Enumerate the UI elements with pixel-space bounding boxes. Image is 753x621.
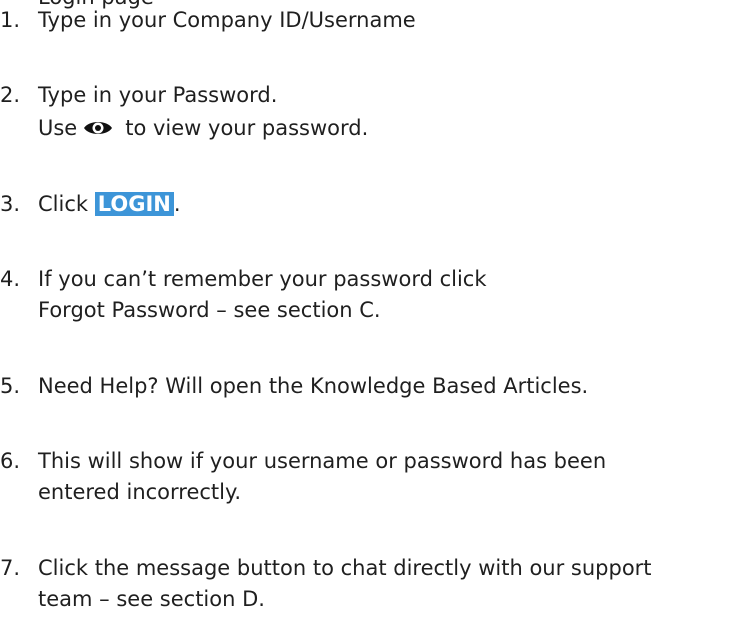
step-4: 4. If you can’t remember your password c…	[0, 264, 753, 326]
step-text-prefix: Click	[38, 192, 89, 216]
step-text-suffix: .	[173, 192, 181, 216]
step-number: 7.	[0, 556, 21, 580]
step-text-line1: If you can’t remember your password clic…	[38, 267, 487, 291]
login-highlight: LOGIN	[94, 192, 174, 216]
step-text: Need Help? Will open the Knowledge Based…	[38, 374, 589, 398]
step-text: Click LOGIN.	[38, 189, 753, 220]
step-3: 3. Click LOGIN.	[0, 189, 753, 220]
step-text-line2: Forgot Password – see section C.	[38, 298, 381, 322]
step-text: Type in your Password.	[38, 83, 278, 107]
step-number: 1.	[0, 8, 21, 32]
step-7: 7. Click the message button to chat dire…	[0, 553, 753, 615]
step-number: 3.	[0, 192, 21, 216]
step-text-line1: Click the message button to chat directl…	[38, 556, 652, 580]
step-6: 6. This will show if your username or pa…	[0, 446, 753, 508]
step-number: 6.	[0, 449, 21, 473]
step-1: 1. Type in your Company ID/Username	[0, 5, 753, 36]
eye-icon	[83, 116, 113, 147]
step-text-line2: team – see section D.	[38, 587, 265, 611]
step-text-line1: This will show if your username or passw…	[38, 449, 607, 473]
step-number: 5.	[0, 374, 21, 398]
step-text: Type in your Company ID/Username	[38, 8, 416, 32]
instruction-document: Login page 1. Type in your Company ID/Us…	[0, 0, 753, 621]
step-subline-suffix: to view your password.	[125, 116, 369, 140]
step-number: 4.	[0, 267, 21, 291]
step-subline: Use to view your password.	[38, 113, 753, 147]
step-text-line2: entered incorrectly.	[38, 480, 242, 504]
step-subline-prefix: Use	[38, 116, 78, 140]
step-2: 2. Type in your Password. Use to view yo…	[0, 80, 753, 142]
step-number: 2.	[0, 83, 21, 107]
step-5: 5. Need Help? Will open the Knowledge Ba…	[0, 371, 753, 402]
